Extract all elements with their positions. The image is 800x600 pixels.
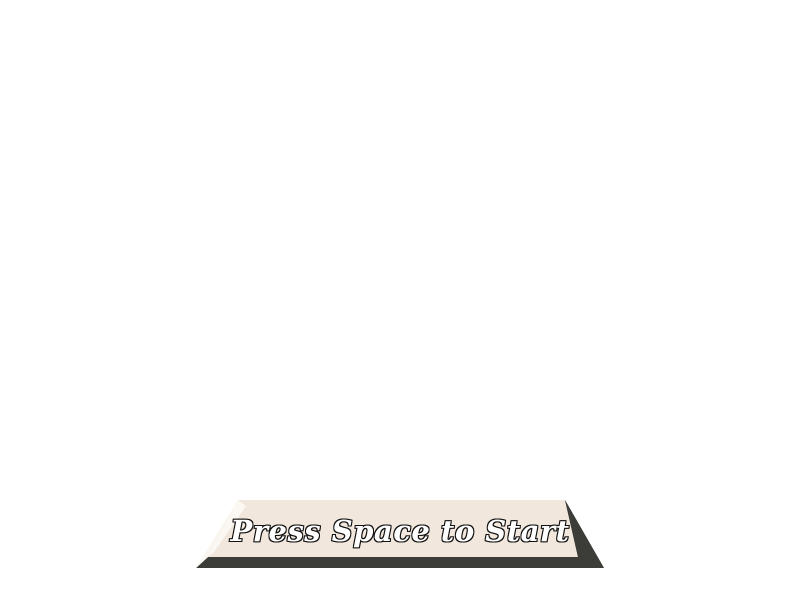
start-banner[interactable]: Press Space to Start bbox=[196, 500, 604, 570]
start-prompt-text: Press Space to Start bbox=[229, 513, 570, 549]
game-screen: Press Space to Start bbox=[0, 0, 800, 600]
